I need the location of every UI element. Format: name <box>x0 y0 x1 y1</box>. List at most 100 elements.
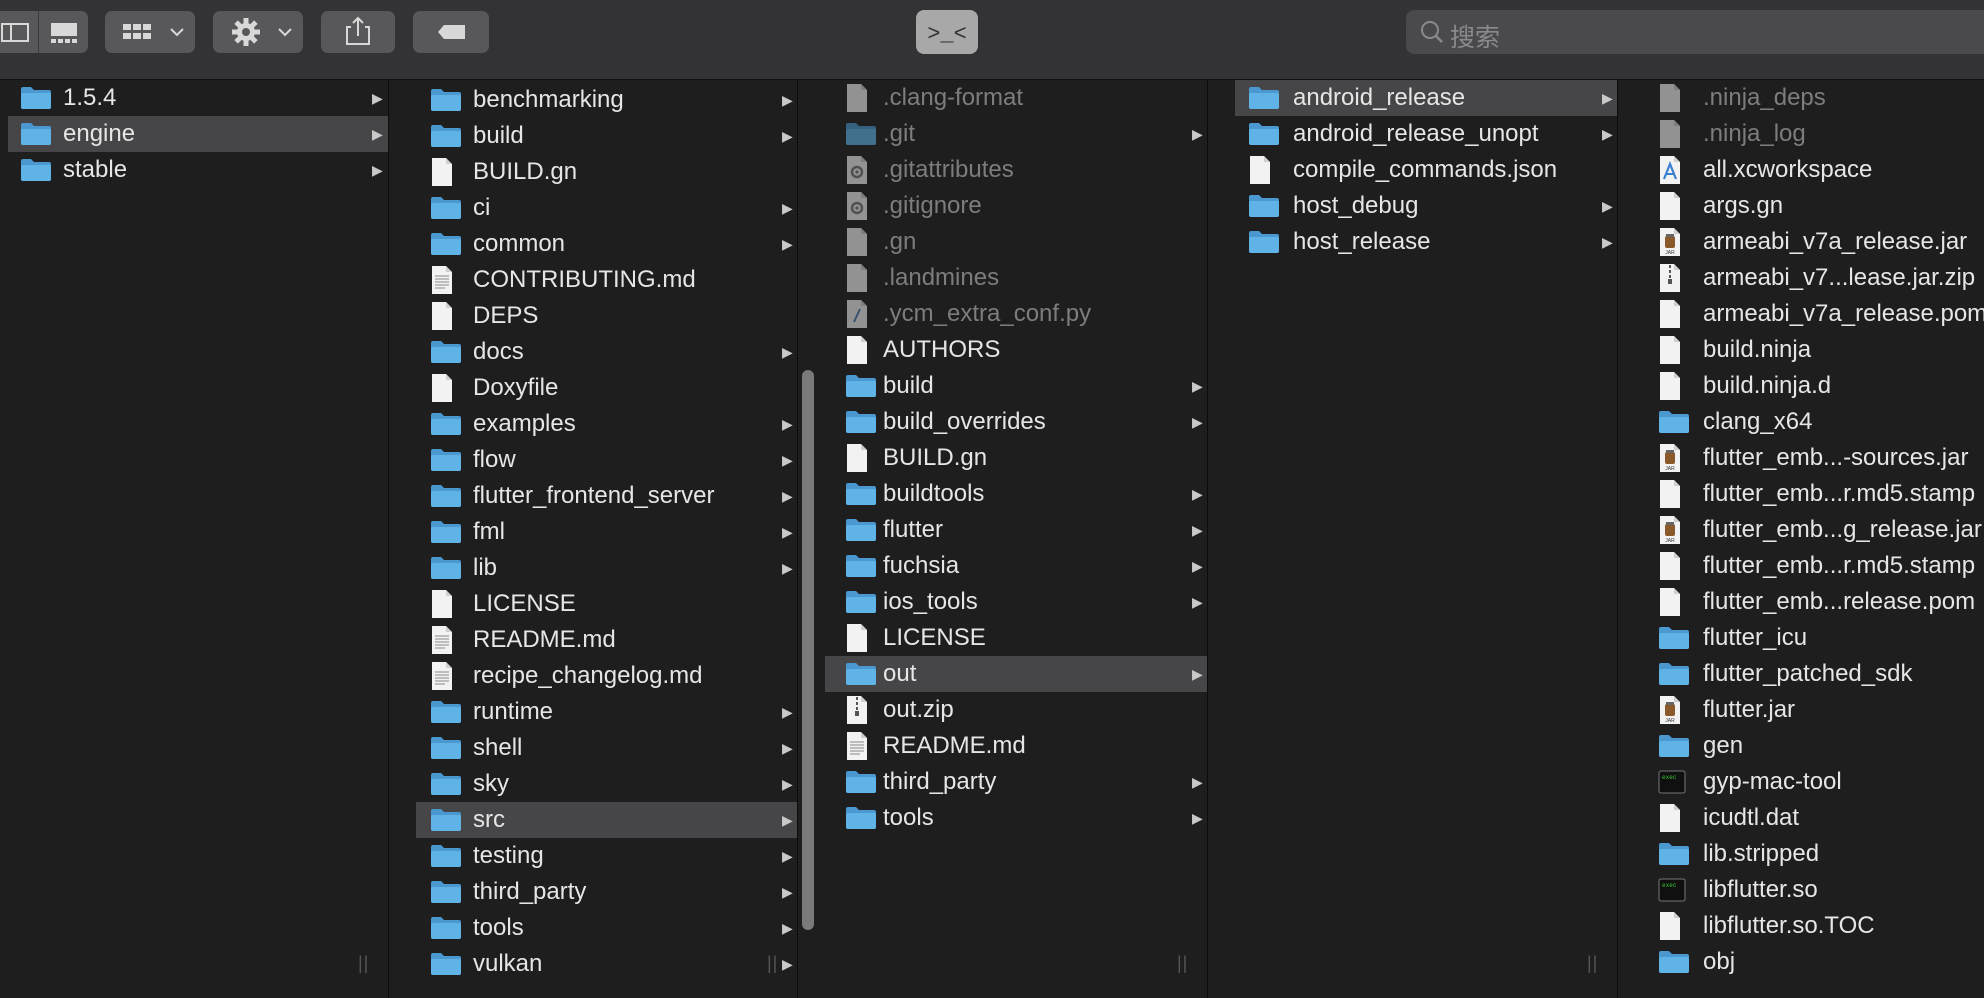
folder-row[interactable]: 1.5.4 ▶ <box>0 80 388 116</box>
file-row[interactable]: JAR flutter_emb...g_release.jar <box>1618 512 1984 548</box>
finder-column[interactable]: .clang-format .git ▶ .gitattributes .gitign… <box>798 80 1208 998</box>
file-row[interactable]: CONTRIBUTING.md <box>389 262 797 298</box>
tags-button[interactable] <box>413 11 489 53</box>
file-row[interactable]: AUTHORS <box>798 332 1207 368</box>
file-row[interactable]: build.ninja.d <box>1618 368 1984 404</box>
folder-row[interactable]: flutter_patched_sdk <box>1618 656 1984 692</box>
folder-row[interactable]: ci ▶ <box>389 190 797 226</box>
file-row[interactable]: JAR flutter.jar <box>1618 692 1984 728</box>
file-row[interactable]: flutter_emb...release.pom <box>1618 584 1984 620</box>
file-row[interactable]: flutter_emb...r.md5.stamp <box>1618 476 1984 512</box>
folder-row[interactable]: docs ▶ <box>389 334 797 370</box>
folder-row[interactable]: testing ▶ <box>389 838 797 874</box>
file-row[interactable]: LICENSE <box>389 586 797 622</box>
file-row[interactable]: .gitignore <box>798 188 1207 224</box>
folder-row[interactable]: sky ▶ <box>389 766 797 802</box>
file-row[interactable]: armeabi_v7...lease.jar.zip <box>1618 260 1984 296</box>
folder-row[interactable]: vulkan ▶ <box>389 946 797 982</box>
folder-row[interactable]: lib ▶ <box>389 550 797 586</box>
file-row[interactable]: exec gyp-mac-tool <box>1618 764 1984 800</box>
file-row[interactable]: recipe_changelog.md <box>389 658 797 694</box>
document-icon <box>1660 372 1680 400</box>
file-row[interactable]: JAR armeabi_v7a_release.jar <box>1618 224 1984 260</box>
folder-row[interactable]: build_overrides ▶ <box>798 404 1207 440</box>
file-row[interactable]: icudtl.dat <box>1618 800 1984 836</box>
folder-row[interactable]: fuchsia ▶ <box>798 548 1207 584</box>
folder-row[interactable]: lib.stripped <box>1618 836 1984 872</box>
file-row[interactable]: .ninja_log <box>1618 116 1984 152</box>
folder-row[interactable]: build ▶ <box>389 118 797 154</box>
folder-row[interactable]: fml ▶ <box>389 514 797 550</box>
column-resize-handle[interactable]: || <box>358 953 369 974</box>
search-input[interactable]: 搜索 <box>1450 18 1500 54</box>
folder-row[interactable]: src ▶ <box>416 802 797 838</box>
folder-row[interactable]: buildtools ▶ <box>798 476 1207 512</box>
file-row[interactable]: JAR flutter_emb...-sources.jar <box>1618 440 1984 476</box>
folder-row[interactable]: shell ▶ <box>389 730 797 766</box>
column-resize-handle[interactable]: || <box>767 953 778 974</box>
file-row[interactable]: flutter_emb...r.md5.stamp <box>1618 548 1984 584</box>
finder-column[interactable]: android_release ▶ android_release_unopt ▶ c… <box>1208 80 1618 998</box>
file-row[interactable]: .gitattributes <box>798 152 1207 188</box>
file-row[interactable]: .landmines <box>798 260 1207 296</box>
file-row[interactable]: build.ninja <box>1618 332 1984 368</box>
folder-row[interactable]: third_party ▶ <box>389 874 797 910</box>
folder-row[interactable]: flutter_icu <box>1618 620 1984 656</box>
file-row[interactable]: .clang-format <box>798 80 1207 116</box>
search-field[interactable]: 搜索 <box>1406 10 1984 54</box>
vertical-scrollbar[interactable] <box>802 370 814 930</box>
file-row[interactable]: .ycm_extra_conf.py <box>798 296 1207 332</box>
finder-column[interactable]: benchmarking ▶ build ▶ BUILD.gn ci ▶ common ▶… <box>389 80 798 998</box>
column-resize-handle[interactable]: || <box>1587 953 1598 974</box>
file-row[interactable]: exec libflutter.so <box>1618 872 1984 908</box>
folder-row[interactable]: build ▶ <box>798 368 1207 404</box>
folder-row[interactable]: runtime ▶ <box>389 694 797 730</box>
file-row[interactable]: README.md <box>798 728 1207 764</box>
folder-row[interactable]: tools ▶ <box>389 910 797 946</box>
folder-row[interactable]: .git ▶ <box>798 116 1207 152</box>
folder-row[interactable]: flutter_frontend_server ▶ <box>389 478 797 514</box>
folder-row[interactable]: android_release_unopt ▶ <box>1208 116 1617 152</box>
file-row[interactable]: compile_commands.json <box>1208 152 1617 188</box>
folder-row[interactable]: host_release ▶ <box>1208 224 1617 260</box>
folder-row[interactable]: stable ▶ <box>0 152 388 188</box>
gallery-view-button[interactable] <box>39 11 88 53</box>
file-row[interactable]: BUILD.gn <box>798 440 1207 476</box>
folder-row[interactable]: ios_tools ▶ <box>798 584 1207 620</box>
share-button[interactable] <box>321 11 395 53</box>
folder-row[interactable]: tools ▶ <box>798 800 1207 836</box>
file-row[interactable]: all.xcworkspace <box>1618 152 1984 188</box>
file-row[interactable]: args.gn <box>1618 188 1984 224</box>
folder-row[interactable]: benchmarking ▶ <box>389 82 797 118</box>
folder-row[interactable]: clang_x64 <box>1618 404 1984 440</box>
folder-row[interactable]: engine ▶ <box>8 116 388 152</box>
folder-row[interactable]: android_release ▶ <box>1235 80 1617 116</box>
finder-column[interactable]: .ninja_deps .ninja_log all.xcworkspace args… <box>1618 80 1984 998</box>
file-row[interactable]: DEPS <box>389 298 797 334</box>
action-menu-button[interactable] <box>213 11 303 53</box>
file-row[interactable]: Doxyfile <box>389 370 797 406</box>
folder-row[interactable]: flow ▶ <box>389 442 797 478</box>
folder-row[interactable]: third_party ▶ <box>798 764 1207 800</box>
folder-row[interactable]: gen <box>1618 728 1984 764</box>
folder-row[interactable]: obj <box>1618 944 1984 980</box>
item-label: Doxyfile <box>473 374 559 401</box>
file-row[interactable]: BUILD.gn <box>389 154 797 190</box>
folder-row[interactable]: common ▶ <box>389 226 797 262</box>
folder-row[interactable]: flutter ▶ <box>798 512 1207 548</box>
file-row[interactable]: .gn <box>798 224 1207 260</box>
terminal-button[interactable]: >_< <box>916 10 978 54</box>
finder-column[interactable]: 1.5.4 ▶ engine ▶ stable ▶ || <box>0 80 389 998</box>
column-view-button[interactable] <box>0 11 38 53</box>
folder-row[interactable]: out ▶ <box>825 656 1207 692</box>
folder-row[interactable]: host_debug ▶ <box>1208 188 1617 224</box>
file-row[interactable]: libflutter.so.TOC <box>1618 908 1984 944</box>
file-row[interactable]: armeabi_v7a_release.pom <box>1618 296 1984 332</box>
file-row[interactable]: .ninja_deps <box>1618 80 1984 116</box>
file-row[interactable]: LICENSE <box>798 620 1207 656</box>
file-row[interactable]: README.md <box>389 622 797 658</box>
folder-row[interactable]: examples ▶ <box>389 406 797 442</box>
file-row[interactable]: out.zip <box>798 692 1207 728</box>
column-resize-handle[interactable]: || <box>1177 953 1188 974</box>
group-by-button[interactable] <box>105 11 195 53</box>
